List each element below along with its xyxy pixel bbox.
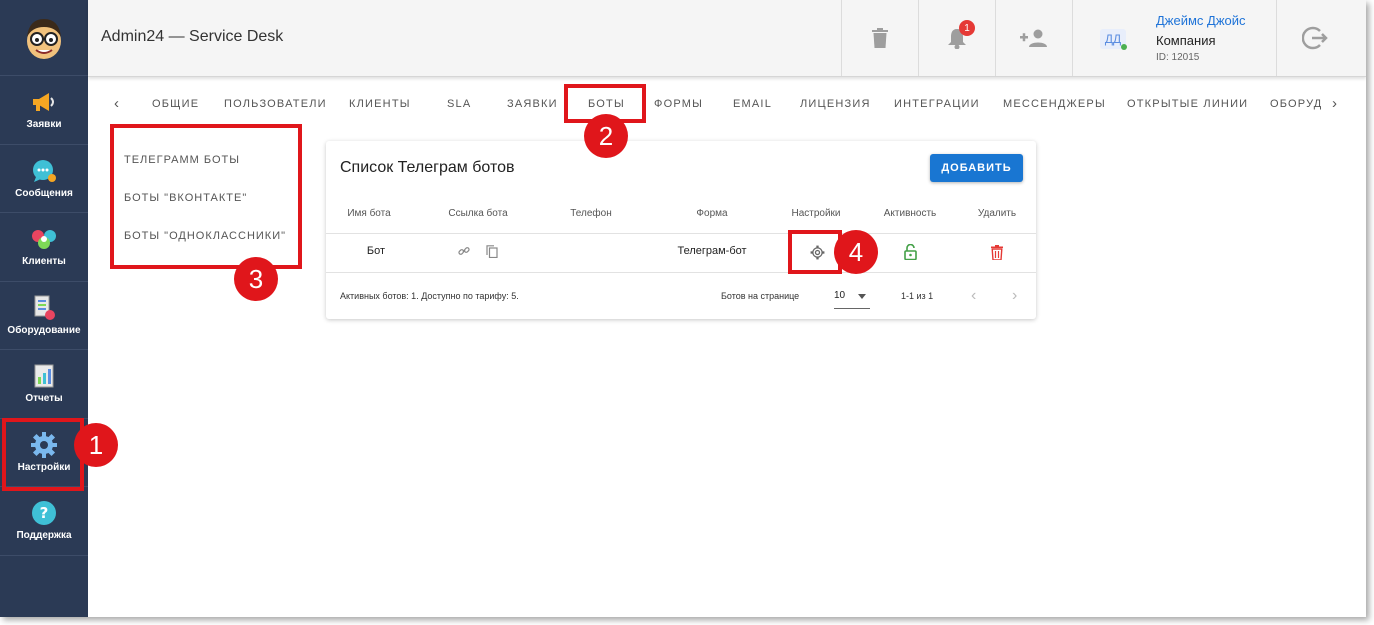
active-unlock-icon[interactable] xyxy=(903,244,917,260)
tab-general[interactable]: ОБЩИЕ xyxy=(152,98,199,110)
sidebar-item-reports[interactable]: Отчеты xyxy=(0,350,88,419)
delete-trash-icon[interactable] xyxy=(990,244,1004,260)
sidebar-item-support[interactable]: ? Поддержка xyxy=(0,487,88,556)
help-icon: ? xyxy=(31,500,57,526)
tab-sla[interactable]: SLA xyxy=(447,98,471,110)
trash-button[interactable] xyxy=(841,0,918,76)
add-user-icon xyxy=(1020,29,1047,47)
sidebar-item-equipment[interactable]: Оборудование xyxy=(0,282,88,350)
tab-clients[interactable]: КЛИЕНТЫ xyxy=(349,98,411,110)
tab-license[interactable]: ЛИЦЕНЗИЯ xyxy=(800,98,871,110)
logout-icon xyxy=(1302,26,1328,50)
highlight-settings xyxy=(2,418,84,491)
pagination-range: 1-1 из 1 xyxy=(901,291,934,301)
tabs-next-chevron-right-icon[interactable]: › xyxy=(1332,95,1337,112)
user-name[interactable]: Джеймс Джойс xyxy=(1156,13,1246,28)
tab-requests[interactable]: ЗАЯВКИ xyxy=(507,98,558,110)
sidebar: Заявки Сообщения Клиенты Оборудование От… xyxy=(0,0,88,617)
per-page-label: Ботов на странице xyxy=(721,291,800,301)
next-page-chevron-right-icon[interactable]: › xyxy=(1012,287,1017,305)
trash-icon xyxy=(872,28,888,48)
card-title: Список Телеграм ботов xyxy=(340,159,515,176)
link-icon[interactable] xyxy=(457,244,471,258)
online-status-dot xyxy=(1121,44,1127,50)
reports-icon xyxy=(31,363,57,389)
tab-email[interactable]: EMAIL xyxy=(733,98,772,110)
tab-equipment[interactable]: ОБОРУД xyxy=(1270,98,1326,110)
svg-text:?: ? xyxy=(40,504,49,522)
per-page-value: 10 xyxy=(834,290,846,301)
copy-icon[interactable] xyxy=(485,244,499,258)
submenu-telegram-bots[interactable]: ТЕЛЕГРАММ БОТЫ xyxy=(124,154,240,166)
step-marker-4: 4 xyxy=(834,230,878,274)
column-header: Активность xyxy=(883,208,937,219)
logo[interactable] xyxy=(0,0,88,76)
column-header: Телефон xyxy=(570,208,612,219)
telegram-bots-card: Список Телеграм ботов ДОБАВИТЬ Имя бота … xyxy=(326,141,1036,319)
megaphone-icon xyxy=(31,89,57,115)
table-divider xyxy=(326,233,1036,234)
tab-open-lines[interactable]: ОТКРЫТЫЕ ЛИНИИ xyxy=(1127,98,1248,110)
table-divider xyxy=(326,272,1036,273)
user-profile[interactable]: ДД Джеймс Джойс Компания ID: 12015 xyxy=(1072,0,1276,76)
submenu-vk-bots[interactable]: БОТЫ "ВКОНТАКТЕ" xyxy=(124,192,247,204)
column-header: Ссылка бота xyxy=(448,208,508,219)
column-header: Имя бота xyxy=(347,208,391,219)
sidebar-item-label: Отчеты xyxy=(25,393,63,405)
sidebar-item-label: Сообщения xyxy=(15,187,73,199)
step-marker-2: 2 xyxy=(584,114,628,158)
tab-users[interactable]: ПОЛЬЗОВАТЕЛИ xyxy=(224,98,327,110)
sidebar-item-requests[interactable]: Заявки xyxy=(0,76,88,145)
face-logo-icon xyxy=(27,18,61,59)
user-id: ID: 12015 xyxy=(1156,52,1200,63)
user-company: Компания xyxy=(1156,33,1216,48)
column-header: Форма xyxy=(696,208,728,219)
sidebar-item-label: Клиенты xyxy=(22,256,66,268)
sidebar-item-label: Заявки xyxy=(26,119,62,131)
notification-badge: 1 xyxy=(959,20,975,36)
per-page-select[interactable]: 10 xyxy=(834,285,870,309)
page-title: Admin24 — Service Desk xyxy=(101,28,284,45)
add-user-button[interactable] xyxy=(995,0,1072,76)
sidebar-item-clients[interactable]: Клиенты xyxy=(0,213,88,282)
step-marker-3: 3 xyxy=(234,257,278,301)
caret-down-icon xyxy=(858,294,866,299)
column-header: Настройки xyxy=(791,208,841,219)
active-bots-summary: Активных ботов: 1. Доступно по тарифу: 5… xyxy=(340,291,519,301)
add-bot-button[interactable]: ДОБАВИТЬ xyxy=(930,154,1023,182)
app-window: Заявки Сообщения Клиенты Оборудование От… xyxy=(0,0,1366,617)
bot-form: Телеграм-бот xyxy=(677,245,747,257)
tab-forms[interactable]: ФОРМЫ xyxy=(654,98,703,110)
equipment-icon xyxy=(31,295,57,321)
chat-icon xyxy=(31,158,57,184)
submenu-ok-bots[interactable]: БОТЫ "ОДНОКЛАССНИКИ" xyxy=(124,230,286,242)
sidebar-item-messages[interactable]: Сообщения xyxy=(0,145,88,213)
tab-integrations[interactable]: ИНТЕГРАЦИИ xyxy=(894,98,980,110)
settings-tabs: ‹ ОБЩИЕ ПОЛЬЗОВАТЕЛИ КЛИЕНТЫ SLA ЗАЯВКИ … xyxy=(106,88,1346,122)
prev-page-chevron-left-icon[interactable]: ‹ xyxy=(971,287,976,305)
tab-messengers[interactable]: МЕССЕНДЖЕРЫ xyxy=(1003,98,1106,110)
logout-button[interactable] xyxy=(1276,0,1353,76)
column-header: Удалить xyxy=(977,208,1017,219)
tabs-prev-chevron-left-icon[interactable]: ‹ xyxy=(114,95,119,112)
sidebar-item-label: Оборудование xyxy=(7,324,81,336)
top-header: Admin24 — Service Desk 1 ДД Джеймс Джойс… xyxy=(88,0,1366,77)
bot-name: Бот xyxy=(366,245,386,257)
step-marker-1: 1 xyxy=(74,423,118,467)
bots-submenu: ТЕЛЕГРАММ БОТЫ БОТЫ "ВКОНТАКТЕ" БОТЫ "ОД… xyxy=(110,124,302,269)
notifications-button[interactable]: 1 xyxy=(918,0,995,76)
sidebar-item-label: Поддержка xyxy=(16,530,72,542)
clients-icon xyxy=(31,226,57,252)
